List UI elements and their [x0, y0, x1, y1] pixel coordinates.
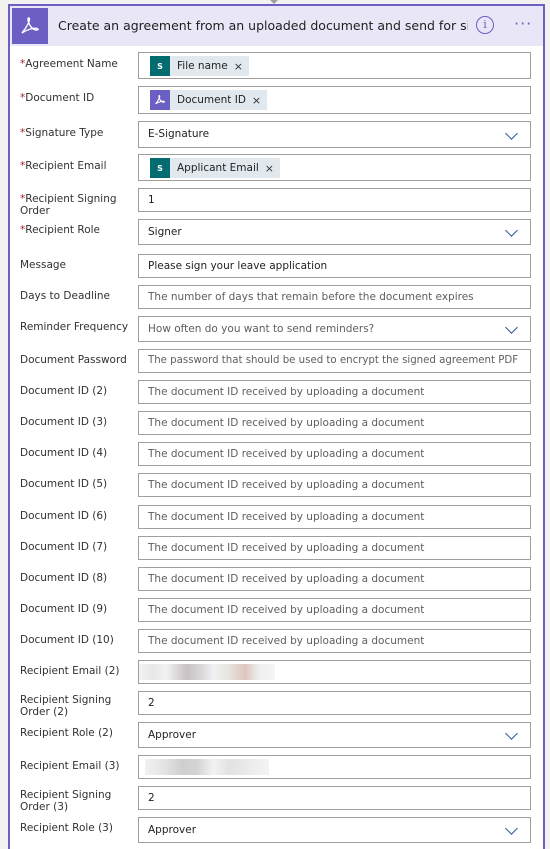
chevron-down-icon[interactable] — [505, 321, 518, 334]
document-id-input[interactable]: The document ID received by uploading a … — [138, 567, 531, 591]
signature-type-dropdown[interactable]: E-Signature — [138, 121, 531, 148]
info-icon[interactable]: i — [476, 16, 494, 34]
remove-token-icon[interactable]: × — [234, 60, 243, 73]
card-title: Create an agreement from an uploaded doc… — [58, 18, 468, 33]
chevron-down-icon[interactable] — [505, 127, 518, 140]
field-label: Document ID (3) — [20, 416, 108, 428]
sharepoint-icon: S — [150, 158, 170, 178]
remove-token-icon[interactable]: × — [252, 94, 261, 107]
more-options-icon[interactable]: ··· — [514, 14, 532, 33]
chevron-down-icon[interactable] — [505, 727, 518, 740]
field-label: *Agreement Name — [20, 58, 118, 70]
document-id-input[interactable]: The document ID received by uploading a … — [138, 442, 531, 466]
redacted-email — [145, 759, 269, 775]
dynamic-token[interactable]: S Applicant Email × — [150, 158, 281, 178]
recipient-role-dropdown[interactable]: Signer — [138, 219, 531, 245]
adobe-sign-icon — [12, 8, 48, 44]
field-label: Document ID (9) — [20, 603, 108, 615]
field-label: Reminder Frequency — [20, 321, 129, 333]
field-label: Recipient Signing Order (2) — [20, 694, 112, 718]
field-label: *Recipient Email — [20, 160, 107, 172]
document-id-field[interactable]: Document ID × — [138, 86, 531, 114]
field-label: *Recipient Role — [20, 224, 101, 236]
field-label: *Recipient Signing Order — [20, 193, 117, 217]
document-id-input[interactable]: The document ID received by uploading a … — [138, 411, 531, 435]
document-id-input[interactable]: The document ID received by uploading a … — [138, 629, 531, 653]
chevron-down-icon[interactable] — [505, 822, 518, 835]
field-label: Document ID (5) — [20, 478, 108, 490]
recipient-email-2-input[interactable] — [138, 660, 531, 684]
document-id-input[interactable]: The document ID received by uploading a … — [138, 380, 531, 404]
adobe-sign-icon — [150, 90, 170, 110]
redacted-email — [139, 664, 275, 680]
message-input[interactable]: Please sign your leave application — [138, 254, 531, 278]
field-label: *Signature Type — [20, 127, 104, 139]
agreement-name-field[interactable]: S File name × — [138, 52, 531, 79]
field-label: Document ID (10) — [20, 634, 114, 646]
document-password-input[interactable]: The password that should be used to encr… — [138, 349, 531, 373]
field-label: Message — [20, 259, 67, 271]
field-label: Recipient Email (3) — [20, 760, 120, 772]
recipient-email-field[interactable]: S Applicant Email × — [138, 154, 531, 181]
field-label: Document ID (6) — [20, 510, 108, 522]
days-to-deadline-input[interactable]: The number of days that remain before th… — [138, 285, 531, 309]
card-header[interactable]: Create an agreement from an uploaded doc… — [10, 4, 543, 46]
document-id-input[interactable]: The document ID received by uploading a … — [138, 505, 531, 529]
remove-token-icon[interactable]: × — [265, 162, 274, 175]
field-label: Document ID (2) — [20, 385, 108, 397]
reminder-frequency-dropdown[interactable]: How often do you want to send reminders? — [138, 316, 531, 342]
field-label: Recipient Role (3) — [20, 822, 113, 834]
recipient-role-2-dropdown[interactable]: Approver — [138, 722, 531, 748]
document-id-input[interactable]: The document ID received by uploading a … — [138, 598, 531, 622]
recipient-role-3-dropdown[interactable]: Approver — [138, 817, 531, 843]
sharepoint-icon: S — [150, 56, 170, 76]
recipient-email-3-input[interactable] — [138, 755, 531, 779]
document-id-input[interactable]: The document ID received by uploading a … — [138, 536, 531, 560]
field-label: Document ID (7) — [20, 541, 108, 553]
document-id-input[interactable]: The document ID received by uploading a … — [138, 473, 531, 497]
field-label: Recipient Email (2) — [20, 665, 120, 677]
recipient-signing-order-3-input[interactable]: 2 — [138, 786, 531, 810]
field-label: Document ID (8) — [20, 572, 108, 584]
dynamic-token[interactable]: Document ID × — [150, 90, 268, 110]
chevron-down-icon[interactable] — [505, 224, 518, 237]
action-card: Create an agreement from an uploaded doc… — [8, 4, 545, 849]
field-label: Document Password — [20, 354, 127, 366]
field-label: Recipient Signing Order (3) — [20, 789, 112, 813]
field-label: *Document ID — [20, 92, 95, 104]
dynamic-token[interactable]: S File name × — [150, 56, 249, 76]
field-label: Recipient Role (2) — [20, 727, 113, 739]
field-label: Days to Deadline — [20, 290, 111, 302]
field-label: Document ID (4) — [20, 447, 108, 459]
recipient-signing-order-2-input[interactable]: 2 — [138, 691, 531, 715]
recipient-signing-order-input[interactable]: 1 — [138, 188, 531, 212]
